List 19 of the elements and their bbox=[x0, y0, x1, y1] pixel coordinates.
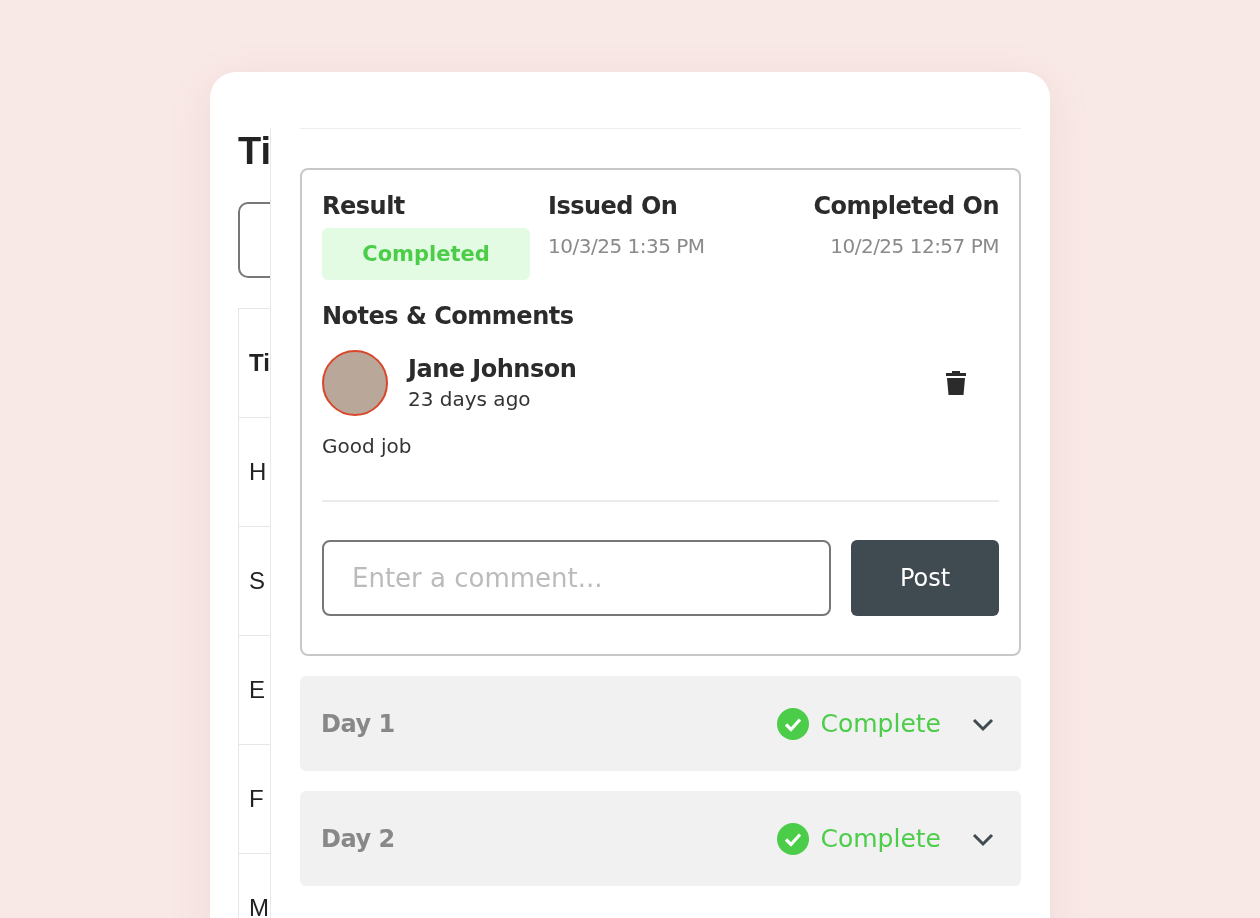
post-button[interactable]: Post bbox=[851, 540, 999, 616]
field-label: Completed On bbox=[813, 192, 999, 220]
status-text: Complete bbox=[820, 824, 941, 853]
day-label: Day 2 bbox=[321, 824, 396, 853]
comment-text: Good job bbox=[322, 434, 413, 458]
check-circle-icon bbox=[776, 822, 809, 855]
field-label: Result bbox=[322, 192, 405, 220]
date-value: 10/2/25 12:57 PM bbox=[830, 234, 999, 258]
delete-icon[interactable] bbox=[945, 370, 967, 396]
field-label: Issued On bbox=[548, 192, 678, 220]
check-circle-icon bbox=[776, 707, 809, 740]
day-label: Day 1 bbox=[321, 709, 396, 738]
day-row[interactable]: Day 2 Complete bbox=[300, 791, 1021, 886]
status-badge: Completed bbox=[322, 228, 530, 280]
page-title: Ti bbox=[238, 130, 273, 174]
day-row[interactable]: Day 1 Complete bbox=[300, 676, 1021, 771]
comment-input[interactable]: Enter a comment... bbox=[322, 540, 831, 616]
date-value: 10/3/25 1:35 PM bbox=[548, 234, 705, 258]
status-text: Complete bbox=[820, 709, 941, 738]
